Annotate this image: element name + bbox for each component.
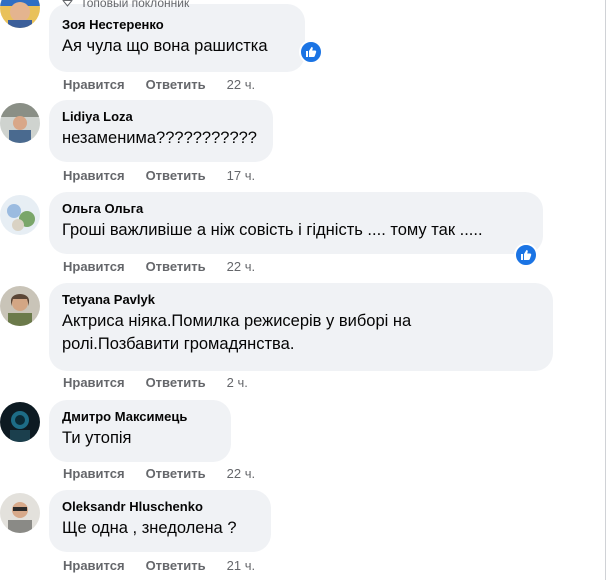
comment-actions: Нравится Ответить 21 ч. [63, 558, 255, 573]
comment-text: Ще одна , знедолена ? [62, 519, 237, 537]
comment-text: Гроші важливіше а ніж совість і гідність… [62, 221, 483, 239]
comment-actions: Нравится Ответить 22 ч. [63, 259, 255, 274]
reply-button[interactable]: Ответить [146, 466, 206, 481]
comment-text: Ти утопія [62, 429, 132, 447]
like-reaction-icon[interactable] [514, 243, 538, 267]
avatar[interactable] [0, 103, 40, 143]
comment-bubble: Дмитро Максимець Ти утопія [49, 400, 231, 462]
avatar[interactable] [0, 402, 40, 442]
like-button[interactable]: Нравится [63, 77, 125, 92]
comment-time[interactable]: 2 ч. [227, 375, 248, 390]
reply-button[interactable]: Ответить [146, 558, 206, 573]
comment-bubble: Ольга Ольга Гроші важливіше а ніж совіст… [49, 192, 543, 254]
like-button[interactable]: Нравится [63, 375, 125, 390]
comment-author[interactable]: Tetyana Pavlyk [62, 291, 541, 308]
comment-author[interactable]: Lidiya Loza [62, 108, 261, 125]
avatar[interactable] [0, 0, 40, 28]
avatar[interactable] [0, 493, 40, 533]
avatar[interactable] [0, 286, 40, 326]
comment-author[interactable]: Дмитро Максимець [62, 408, 219, 425]
comment-text: Ая чула що вона рашистка [62, 37, 268, 55]
like-button[interactable]: Нравится [63, 558, 125, 573]
like-button[interactable]: Нравится [63, 168, 125, 183]
comment-actions: Нравится Ответить 2 ч. [63, 375, 248, 390]
comment-author[interactable]: Oleksandr Hluschenko [62, 498, 259, 515]
diamond-icon [62, 0, 73, 11]
like-reaction-icon[interactable] [299, 40, 323, 64]
reply-button[interactable]: Ответить [146, 77, 206, 92]
comment-actions: Нравится Ответить 22 ч. [63, 466, 255, 481]
comment-text-line: ролі.Позбавити громадянства. [62, 335, 295, 353]
avatar[interactable] [0, 195, 40, 235]
reply-button[interactable]: Ответить [146, 259, 206, 274]
comment-time[interactable]: 22 ч. [227, 259, 255, 274]
comment-author[interactable]: Ольга Ольга [62, 200, 531, 217]
comment-time[interactable]: 22 ч. [227, 466, 255, 481]
like-button[interactable]: Нравится [63, 466, 125, 481]
top-fan-badge: Топовый поклонник [62, 0, 293, 10]
comment-actions: Нравится Ответить 22 ч. [63, 77, 255, 92]
comment-author[interactable]: Зоя Нестеренко [62, 16, 293, 33]
comment-bubble: Топовый поклонник Зоя Нестеренко Ая чула… [49, 0, 305, 72]
comment-text: незаменима??????????? [62, 129, 257, 147]
comment-text-line: Актриса ніяка.Помилка режисерів у виборі… [62, 312, 412, 330]
comment-actions: Нравится Ответить 17 ч. [63, 168, 255, 183]
comment-time[interactable]: 21 ч. [227, 558, 255, 573]
comment-bubble: Lidiya Loza незаменима??????????? [49, 100, 273, 162]
reply-button[interactable]: Ответить [146, 168, 206, 183]
comment-time[interactable]: 22 ч. [227, 77, 255, 92]
comment-time[interactable]: 17 ч. [227, 168, 255, 183]
badge-label: Топовый поклонник [80, 0, 190, 10]
reply-button[interactable]: Ответить [146, 375, 206, 390]
like-button[interactable]: Нравится [63, 259, 125, 274]
comment-bubble: Oleksandr Hluschenko Ще одна , знедолена… [49, 490, 271, 552]
comment-bubble: Tetyana Pavlyk Актриса ніяка.Помилка реж… [49, 283, 553, 371]
